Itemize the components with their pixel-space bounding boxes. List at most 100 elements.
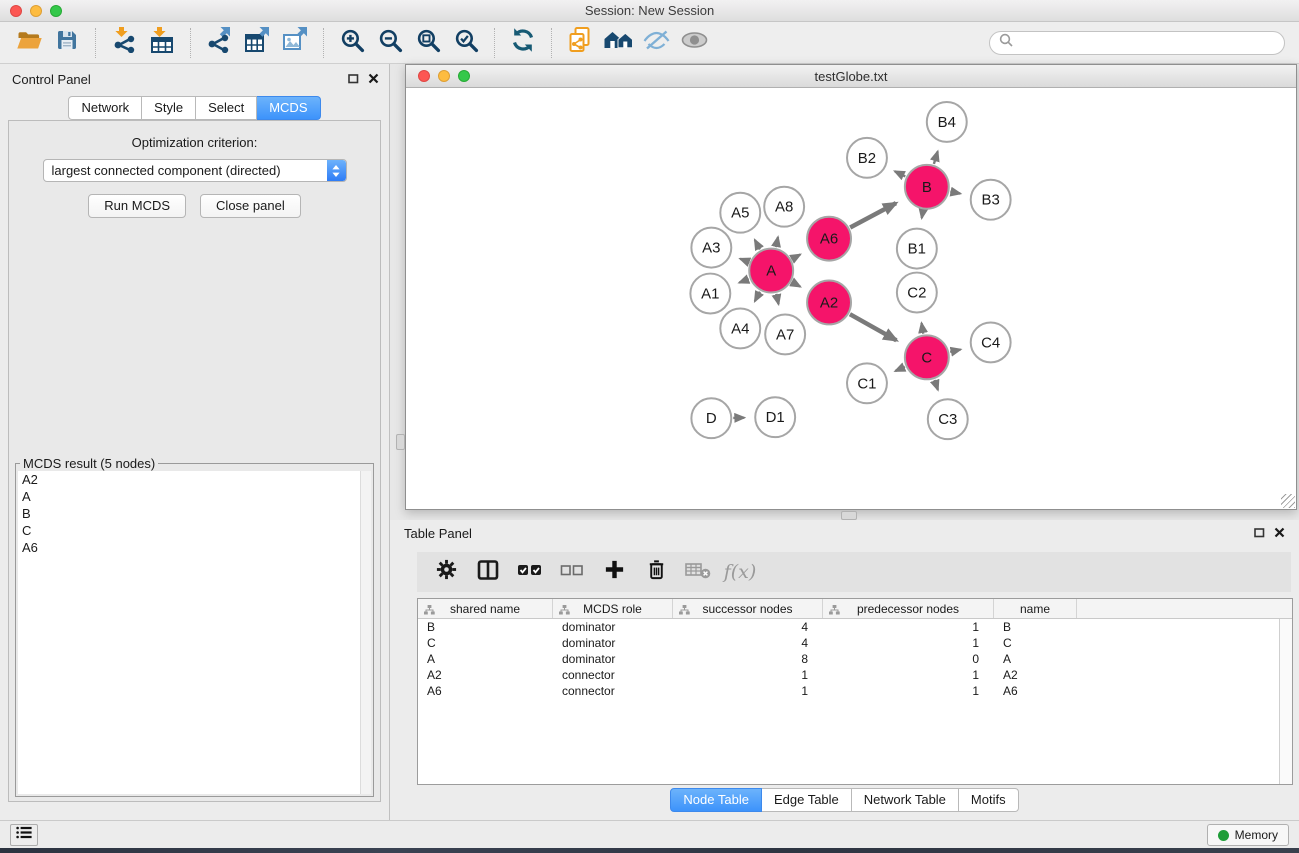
open-session-button[interactable]	[10, 26, 48, 60]
home-view-button[interactable]	[599, 26, 637, 60]
minimize-network-window-button[interactable]	[438, 70, 450, 82]
table-scrollbar[interactable]	[1279, 619, 1292, 784]
cell-successor_nodes[interactable]: 1	[673, 683, 823, 699]
close-network-window-button[interactable]	[418, 70, 430, 82]
add-column-button[interactable]	[593, 554, 635, 590]
delete-column-button[interactable]	[635, 554, 677, 590]
task-history-button[interactable]	[10, 824, 38, 846]
vertical-splitter-handle[interactable]	[396, 434, 405, 450]
graph-edge-B-B4[interactable]	[934, 151, 938, 163]
search-box[interactable]	[989, 31, 1285, 55]
list-scrollbar[interactable]	[360, 471, 371, 794]
run-mcds-button[interactable]: Run MCDS	[88, 194, 186, 218]
cell-predecessor_nodes[interactable]: 1	[823, 683, 994, 699]
float-table-panel-icon[interactable]	[1254, 526, 1265, 541]
mcds-result-list[interactable]: A2ABCA6	[18, 471, 371, 794]
refresh-view-button[interactable]	[504, 26, 542, 60]
column-header-name[interactable]: name	[994, 599, 1077, 618]
minimize-window-button[interactable]	[30, 5, 42, 17]
save-session-button[interactable]	[48, 26, 86, 60]
table-row[interactable]: Bdominator41B	[418, 619, 1292, 635]
graph-edge-B-B1[interactable]	[922, 210, 923, 218]
float-panel-icon[interactable]	[348, 72, 359, 87]
cell-mcds_role[interactable]: connector	[553, 683, 673, 699]
select-all-button[interactable]	[509, 554, 551, 590]
graph-edge-A-A6[interactable]	[792, 255, 800, 259]
search-input[interactable]	[1019, 35, 1275, 50]
cell-name[interactable]: A6	[994, 683, 1077, 699]
tab-motifs[interactable]: Motifs	[959, 788, 1019, 812]
network-canvas[interactable]: B4B2BB3A8A5A6A3B1AA1C2A2A4A7C4CC1C3DD1	[406, 89, 1296, 509]
export-table-button[interactable]	[238, 26, 276, 60]
graph-edge-A-A7[interactable]	[776, 294, 778, 304]
function-builder-button[interactable]: f(x)	[719, 554, 761, 590]
cell-shared_name[interactable]: A6	[418, 683, 553, 699]
cell-shared_name[interactable]: C	[418, 635, 553, 651]
zoom-in-button[interactable]	[333, 26, 371, 60]
show-toggle-button[interactable]	[675, 26, 713, 60]
cell-predecessor_nodes[interactable]: 1	[823, 619, 994, 635]
cell-predecessor_nodes[interactable]: 1	[823, 667, 994, 683]
zoom-selected-button[interactable]	[447, 26, 485, 60]
column-header-successor-nodes[interactable]: successor nodes	[673, 599, 823, 618]
cell-successor_nodes[interactable]: 8	[673, 651, 823, 667]
result-list-item[interactable]: A2	[18, 471, 371, 488]
horizontal-splitter-handle[interactable]	[841, 511, 857, 520]
graph-edge-A-A3[interactable]	[740, 259, 749, 262]
tab-mcds[interactable]: MCDS	[257, 96, 320, 120]
tab-edge-table[interactable]: Edge Table	[762, 788, 852, 812]
cell-name[interactable]: B	[994, 619, 1077, 635]
tab-select[interactable]: Select	[196, 96, 257, 120]
cell-name[interactable]: C	[994, 635, 1077, 651]
result-list-item[interactable]: B	[18, 505, 371, 522]
table-settings-button[interactable]	[425, 554, 467, 590]
column-header-shared-name[interactable]: shared name	[418, 599, 553, 618]
tab-style[interactable]: Style	[142, 96, 196, 120]
export-image-button[interactable]	[276, 26, 314, 60]
optimization-dropdown[interactable]: largest connected component (directed)	[43, 159, 347, 182]
cell-mcds_role[interactable]: dominator	[553, 651, 673, 667]
graph-edge-B-B3[interactable]	[950, 192, 960, 194]
memory-button[interactable]: Memory	[1207, 824, 1289, 846]
zoom-network-window-button[interactable]	[458, 70, 470, 82]
cell-predecessor_nodes[interactable]: 1	[823, 635, 994, 651]
cell-mcds_role[interactable]: dominator	[553, 619, 673, 635]
close-panel-icon[interactable]	[368, 72, 379, 87]
network-window-titlebar[interactable]: testGlobe.txt	[406, 65, 1296, 88]
cell-shared_name[interactable]: B	[418, 619, 553, 635]
network-graph[interactable]: B4B2BB3A8A5A6A3B1AA1C2A2A4A7C4CC1C3DD1	[406, 89, 1296, 509]
zoom-fit-button[interactable]	[409, 26, 447, 60]
table-row[interactable]: A2connector11A2	[418, 667, 1292, 683]
deselect-all-button[interactable]	[551, 554, 593, 590]
column-header-predecessor-nodes[interactable]: predecessor nodes	[823, 599, 994, 618]
graph-edge-A-A2[interactable]	[792, 282, 800, 286]
delete-table-button[interactable]	[677, 554, 719, 590]
result-list-item[interactable]: C	[18, 522, 371, 539]
table-row[interactable]: Adominator80A	[418, 651, 1292, 667]
tab-network[interactable]: Network	[68, 96, 142, 120]
close-table-panel-icon[interactable]	[1274, 526, 1285, 541]
graph-edge-A-A1[interactable]	[739, 279, 748, 283]
cell-name[interactable]: A2	[994, 667, 1077, 683]
cell-name[interactable]: A	[994, 651, 1077, 667]
cell-successor_nodes[interactable]: 4	[673, 635, 823, 651]
column-visibility-button[interactable]	[467, 554, 509, 590]
hide-toggle-button[interactable]	[637, 26, 675, 60]
cell-shared_name[interactable]: A2	[418, 667, 553, 683]
tab-network-table[interactable]: Network Table	[852, 788, 959, 812]
graph-edge-C-C3[interactable]	[935, 380, 938, 390]
cell-predecessor_nodes[interactable]: 0	[823, 651, 994, 667]
export-network-button[interactable]	[200, 26, 238, 60]
graph-edge-C-C1[interactable]	[895, 367, 905, 371]
graph-edge-A6-B[interactable]	[850, 203, 896, 227]
close-window-button[interactable]	[10, 5, 22, 17]
zoom-out-button[interactable]	[371, 26, 409, 60]
graph-edge-A-A5[interactable]	[755, 240, 760, 249]
close-panel-button[interactable]: Close panel	[200, 194, 301, 218]
import-table-button[interactable]	[143, 26, 181, 60]
cell-successor_nodes[interactable]: 4	[673, 619, 823, 635]
column-header-MCDS-role[interactable]: MCDS role	[553, 599, 673, 618]
cell-mcds_role[interactable]: dominator	[553, 635, 673, 651]
table-row[interactable]: A6connector11A6	[418, 683, 1292, 699]
graph-edge-B-B2[interactable]	[895, 171, 905, 176]
